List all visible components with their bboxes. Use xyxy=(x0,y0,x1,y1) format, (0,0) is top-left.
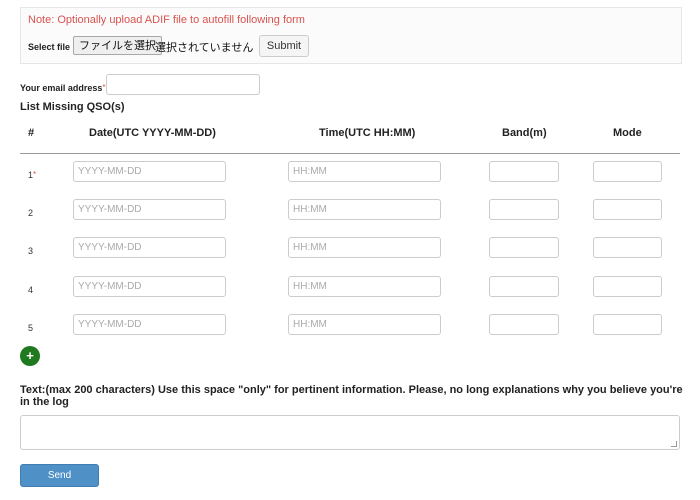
time-input[interactable]: HH:MM xyxy=(288,237,441,258)
submit-button[interactable]: Submit xyxy=(259,35,309,57)
upload-note: Note: Optionally upload ADIF file to aut… xyxy=(28,14,305,26)
band-input[interactable] xyxy=(489,237,559,258)
header-band: Band(m) xyxy=(502,127,547,139)
select-file-label: Select file xyxy=(28,42,71,52)
email-field[interactable] xyxy=(106,74,260,95)
time-input[interactable]: HH:MM xyxy=(288,314,441,335)
band-input[interactable] xyxy=(489,199,559,220)
row-number: 3 xyxy=(28,246,34,256)
date-input[interactable]: YYYY-MM-DD xyxy=(73,199,226,220)
plus-icon: + xyxy=(26,348,34,363)
row-number: 2 xyxy=(28,208,34,218)
band-input[interactable] xyxy=(489,161,559,182)
mode-input[interactable] xyxy=(593,237,662,258)
date-input[interactable]: YYYY-MM-DD xyxy=(73,276,226,297)
band-input[interactable] xyxy=(489,314,559,335)
time-input[interactable]: HH:MM xyxy=(288,199,441,220)
time-input[interactable]: HH:MM xyxy=(288,161,441,182)
row-number: 4 xyxy=(28,285,34,295)
mode-input[interactable] xyxy=(593,199,662,220)
date-input[interactable]: YYYY-MM-DD xyxy=(73,161,226,182)
file-status: 選択されていません xyxy=(155,41,254,54)
upload-panel: Note: Optionally upload ADIF file to aut… xyxy=(20,7,682,64)
required-marker: * xyxy=(33,170,37,179)
text-label: Text:(max 200 characters) Use this space… xyxy=(20,384,683,408)
time-input[interactable]: HH:MM xyxy=(288,276,441,297)
header-time: Time(UTC HH:MM) xyxy=(319,127,416,139)
header-date: Date(UTC YYYY-MM-DD) xyxy=(89,127,216,139)
date-input[interactable]: YYYY-MM-DD xyxy=(73,314,226,335)
email-label: Your email address* xyxy=(20,83,106,93)
header-num: # xyxy=(28,127,35,139)
header-mode: Mode xyxy=(613,127,642,139)
email-label-text: Your email address xyxy=(20,83,103,93)
resize-handle-icon[interactable] xyxy=(671,441,677,447)
text-field[interactable] xyxy=(20,415,680,450)
add-row-button[interactable]: + xyxy=(20,346,40,366)
date-input[interactable]: YYYY-MM-DD xyxy=(73,237,226,258)
row-number: 1* xyxy=(28,170,36,180)
header-divider xyxy=(20,153,680,154)
row-number: 5 xyxy=(28,323,34,333)
mode-input[interactable] xyxy=(593,276,662,297)
section-title: List Missing QSO(s) xyxy=(20,101,125,113)
choose-file-button[interactable]: ファイルを選択 xyxy=(73,36,162,55)
mode-input[interactable] xyxy=(593,161,662,182)
mode-input[interactable] xyxy=(593,314,662,335)
send-button[interactable]: Send xyxy=(20,464,99,487)
band-input[interactable] xyxy=(489,276,559,297)
